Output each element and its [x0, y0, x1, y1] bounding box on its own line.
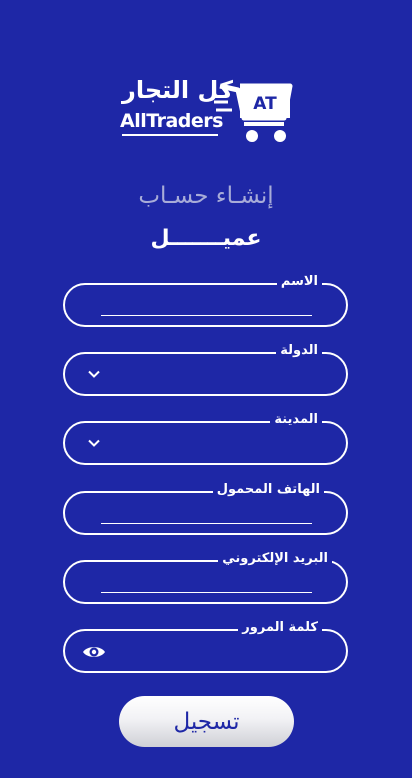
country-select[interactable]: الدولة [63, 343, 348, 396]
city-select[interactable]: المدينة [63, 412, 348, 465]
name-input-line [101, 315, 312, 316]
logo-underline [122, 134, 218, 136]
city-label: المدينة [270, 412, 322, 427]
shopping-cart-icon: AT [214, 83, 293, 142]
eye-icon[interactable] [82, 644, 106, 660]
password-field[interactable]: كلمة المرور [63, 620, 348, 673]
logo-badge: AT [253, 94, 277, 114]
mobile-phone-label: الهاتف المحمول [212, 482, 324, 497]
chevron-down-icon [88, 439, 100, 447]
page-title: إنشـاء حسـاب [138, 183, 274, 209]
chevron-down-icon [88, 370, 100, 378]
mobile-phone-input-line [101, 523, 312, 524]
logo-english-text: AllTraders [120, 110, 223, 132]
email-field[interactable]: البريد الإلكتروني [63, 551, 348, 604]
mobile-phone-field[interactable]: الهاتف المحمول [63, 482, 348, 535]
name-field[interactable]: الاسم [63, 274, 348, 327]
password-label: كلمة المرور [238, 620, 322, 635]
country-label: الدولة [276, 343, 322, 358]
app-logo: كل التجار AllTraders AT [120, 76, 295, 144]
register-button[interactable]: تسجيل [119, 696, 294, 747]
email-label: البريد الإلكتروني [218, 551, 332, 566]
account-type-title: عميـــــــل [150, 226, 262, 251]
email-input-line [101, 592, 312, 593]
name-label: الاسم [276, 274, 322, 289]
